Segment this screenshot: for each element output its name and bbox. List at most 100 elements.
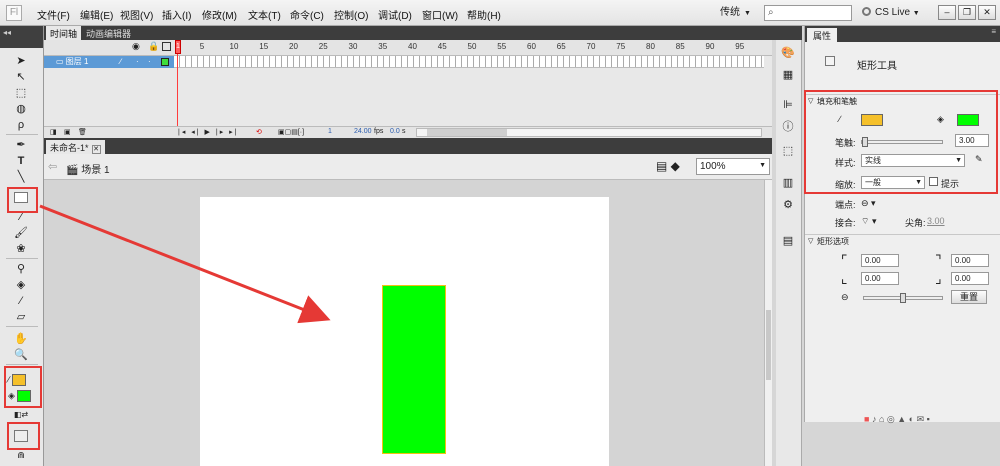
menu-view[interactable]: 视图(V) — [120, 7, 153, 22]
new-folder-icon[interactable]: ▣ — [64, 128, 71, 136]
onion-skin-icon[interactable]: ▣▢▤[·] — [278, 128, 304, 136]
menu-edit[interactable]: 编辑(E) — [80, 7, 113, 22]
eraser-icon[interactable]: ▱ — [12, 310, 30, 324]
frame-cells[interactable] — [174, 56, 764, 68]
delete-layer-icon[interactable]: 🗑 — [78, 128, 87, 136]
green-rectangle[interactable] — [382, 285, 446, 454]
stroke-color-control[interactable]: ∕ — [8, 374, 27, 386]
close-icon[interactable]: ✕ — [91, 145, 101, 154]
selection-tool-icon[interactable]: ➤ — [12, 54, 30, 68]
reset-button[interactable]: 重置 — [951, 290, 987, 304]
cs-live-button[interactable]: CS Live ▼ — [862, 5, 920, 21]
corner-tl-field[interactable]: 0.00 — [861, 254, 899, 267]
fill-color-swatch[interactable] — [957, 114, 979, 126]
pen-tool-icon[interactable]: ✒ — [12, 138, 30, 152]
outline-icon[interactable] — [162, 42, 171, 51]
swap-colors-icon[interactable]: ◧⇄ — [12, 408, 30, 422]
eyedropper-icon[interactable]: ⁄ — [12, 294, 30, 308]
scrollbar-thumb[interactable] — [766, 310, 771, 380]
playhead[interactable]: 1 — [175, 40, 181, 130]
menu-text[interactable]: 文本(T) — [248, 7, 281, 22]
tab-motion-editor[interactable]: 动画编辑器 — [82, 26, 135, 40]
style-select[interactable]: 实线 ▼ — [861, 154, 965, 167]
components-icon[interactable]: ⚙ — [781, 198, 795, 212]
3d-rotation-icon[interactable]: ◍ — [12, 102, 30, 116]
menu-debug[interactable]: 调试(D) — [378, 7, 412, 22]
text-tool-icon[interactable]: T — [12, 154, 30, 168]
free-transform-icon[interactable]: ⬚ — [12, 86, 30, 100]
subselection-tool-icon[interactable]: ↖ — [12, 70, 30, 84]
library-icon[interactable]: ▥ — [781, 176, 795, 190]
fill-color-control[interactable]: ◈ — [8, 390, 32, 402]
menu-control[interactable]: 控制(O) — [334, 7, 368, 22]
playback-controls[interactable]: |◂ ◂| ▶ |▸ ▸| — [178, 128, 239, 136]
stroke-slider[interactable] — [861, 137, 943, 147]
transform-icon[interactable]: ⬚ — [781, 144, 795, 158]
minimize-button[interactable]: – — [938, 5, 956, 20]
eye-icon[interactable]: ◉ — [132, 41, 140, 52]
stroke-color-swatch[interactable] — [861, 114, 883, 126]
pencil-tool-icon[interactable]: ∕ — [12, 210, 30, 224]
layer-name-cell[interactable]: ▭ 图层 1 ∕ · · — [44, 56, 174, 68]
slider-knob[interactable] — [862, 137, 868, 147]
document-tab[interactable]: 未命名-1* ✕ — [46, 140, 105, 154]
restore-button[interactable]: ❐ — [958, 5, 976, 20]
swatches-icon[interactable]: ▦ — [781, 68, 795, 82]
menu-commands[interactable]: 命令(C) — [290, 7, 324, 22]
info-icon[interactable]: ⓘ — [781, 120, 795, 134]
corner-slider[interactable] — [863, 293, 943, 303]
fill-stroke-section[interactable]: ▽ 填充和笔触 — [805, 94, 1000, 108]
menu-insert[interactable]: 插入(I) — [162, 7, 191, 22]
stage[interactable] — [200, 197, 609, 466]
join-select[interactable]: ⌔ ▾ — [861, 216, 876, 227]
link-icon[interactable]: ⊖ — [841, 292, 849, 303]
align-icon[interactable]: ⊫ — [781, 98, 795, 112]
back-arrow-icon[interactable]: ⇦ — [48, 160, 57, 173]
snap-icon[interactable]: ⋒ — [12, 448, 30, 462]
rect-options-section[interactable]: ▽ 矩形选项 — [805, 234, 1000, 248]
tab-properties[interactable]: 属性 — [807, 28, 838, 42]
rectangle-tool-icon[interactable] — [14, 192, 28, 203]
zoom-select[interactable]: 100% ▼ — [696, 158, 770, 175]
paint-bucket-icon[interactable]: ◈ — [12, 278, 30, 292]
corner-br-field[interactable]: 0.00 — [951, 272, 989, 285]
color-panel-icon[interactable]: 🎨 — [781, 46, 795, 60]
stroke-width-field[interactable]: 3.00 — [955, 134, 989, 147]
edit-scene-icons[interactable]: ▤ ◆ — [656, 159, 680, 173]
layer-row[interactable]: ▭ 图层 1 ∕ · · — [44, 56, 772, 68]
corner-bl-field[interactable]: 0.00 — [861, 272, 899, 285]
slider-knob[interactable] — [900, 293, 906, 303]
loop-icon[interactable]: ⟲ — [256, 128, 262, 136]
menu-window[interactable]: 窗口(W) — [422, 7, 458, 22]
horizontal-scrollbar[interactable] — [416, 128, 762, 137]
panel-menu-icon[interactable]: ≡ — [991, 27, 996, 36]
bone-tool-icon[interactable]: ⚲ — [12, 262, 30, 276]
brush-tool-icon[interactable]: 🖌 — [12, 226, 30, 240]
fps-value[interactable]: 24.00 — [354, 128, 372, 135]
deco-tool-icon[interactable]: ❀ — [12, 242, 30, 256]
close-button[interactable]: ✕ — [978, 5, 996, 20]
cap-select[interactable]: ⊖ ▾ — [861, 198, 876, 209]
menu-modify[interactable]: 修改(M) — [202, 7, 237, 22]
vertical-scrollbar[interactable] — [764, 180, 772, 466]
motion-presets-icon[interactable]: ▤ — [781, 234, 795, 248]
scene-breadcrumb[interactable]: 🎬 场景 1 — [66, 161, 110, 176]
search-input[interactable]: ⌕ — [764, 5, 852, 21]
lasso-icon[interactable]: ρ — [12, 118, 30, 132]
miter-value[interactable]: 3.00 — [927, 216, 945, 226]
object-drawing-icon[interactable] — [14, 430, 28, 442]
playhead-marker[interactable]: 1 — [175, 40, 181, 54]
hand-tool-icon[interactable]: ✋ — [12, 332, 30, 346]
tab-timeline[interactable]: 时间轴 — [46, 26, 82, 40]
lock-icon[interactable]: 🔒 — [148, 41, 159, 52]
zoom-tool-icon[interactable]: 🔍 — [12, 348, 30, 362]
new-layer-icon[interactable]: ◨ — [50, 128, 57, 136]
corner-tr-field[interactable]: 0.00 — [951, 254, 989, 267]
menu-help[interactable]: 帮助(H) — [467, 7, 501, 22]
hint-checkbox[interactable] — [929, 177, 938, 186]
edit-stroke-icon[interactable]: ✎ — [975, 154, 983, 165]
scale-select[interactable]: 一般 ▼ — [861, 176, 925, 189]
fill-color-swatch[interactable] — [17, 390, 32, 402]
line-tool-icon[interactable]: ╲ — [12, 170, 30, 184]
stroke-color-swatch[interactable] — [12, 374, 27, 386]
